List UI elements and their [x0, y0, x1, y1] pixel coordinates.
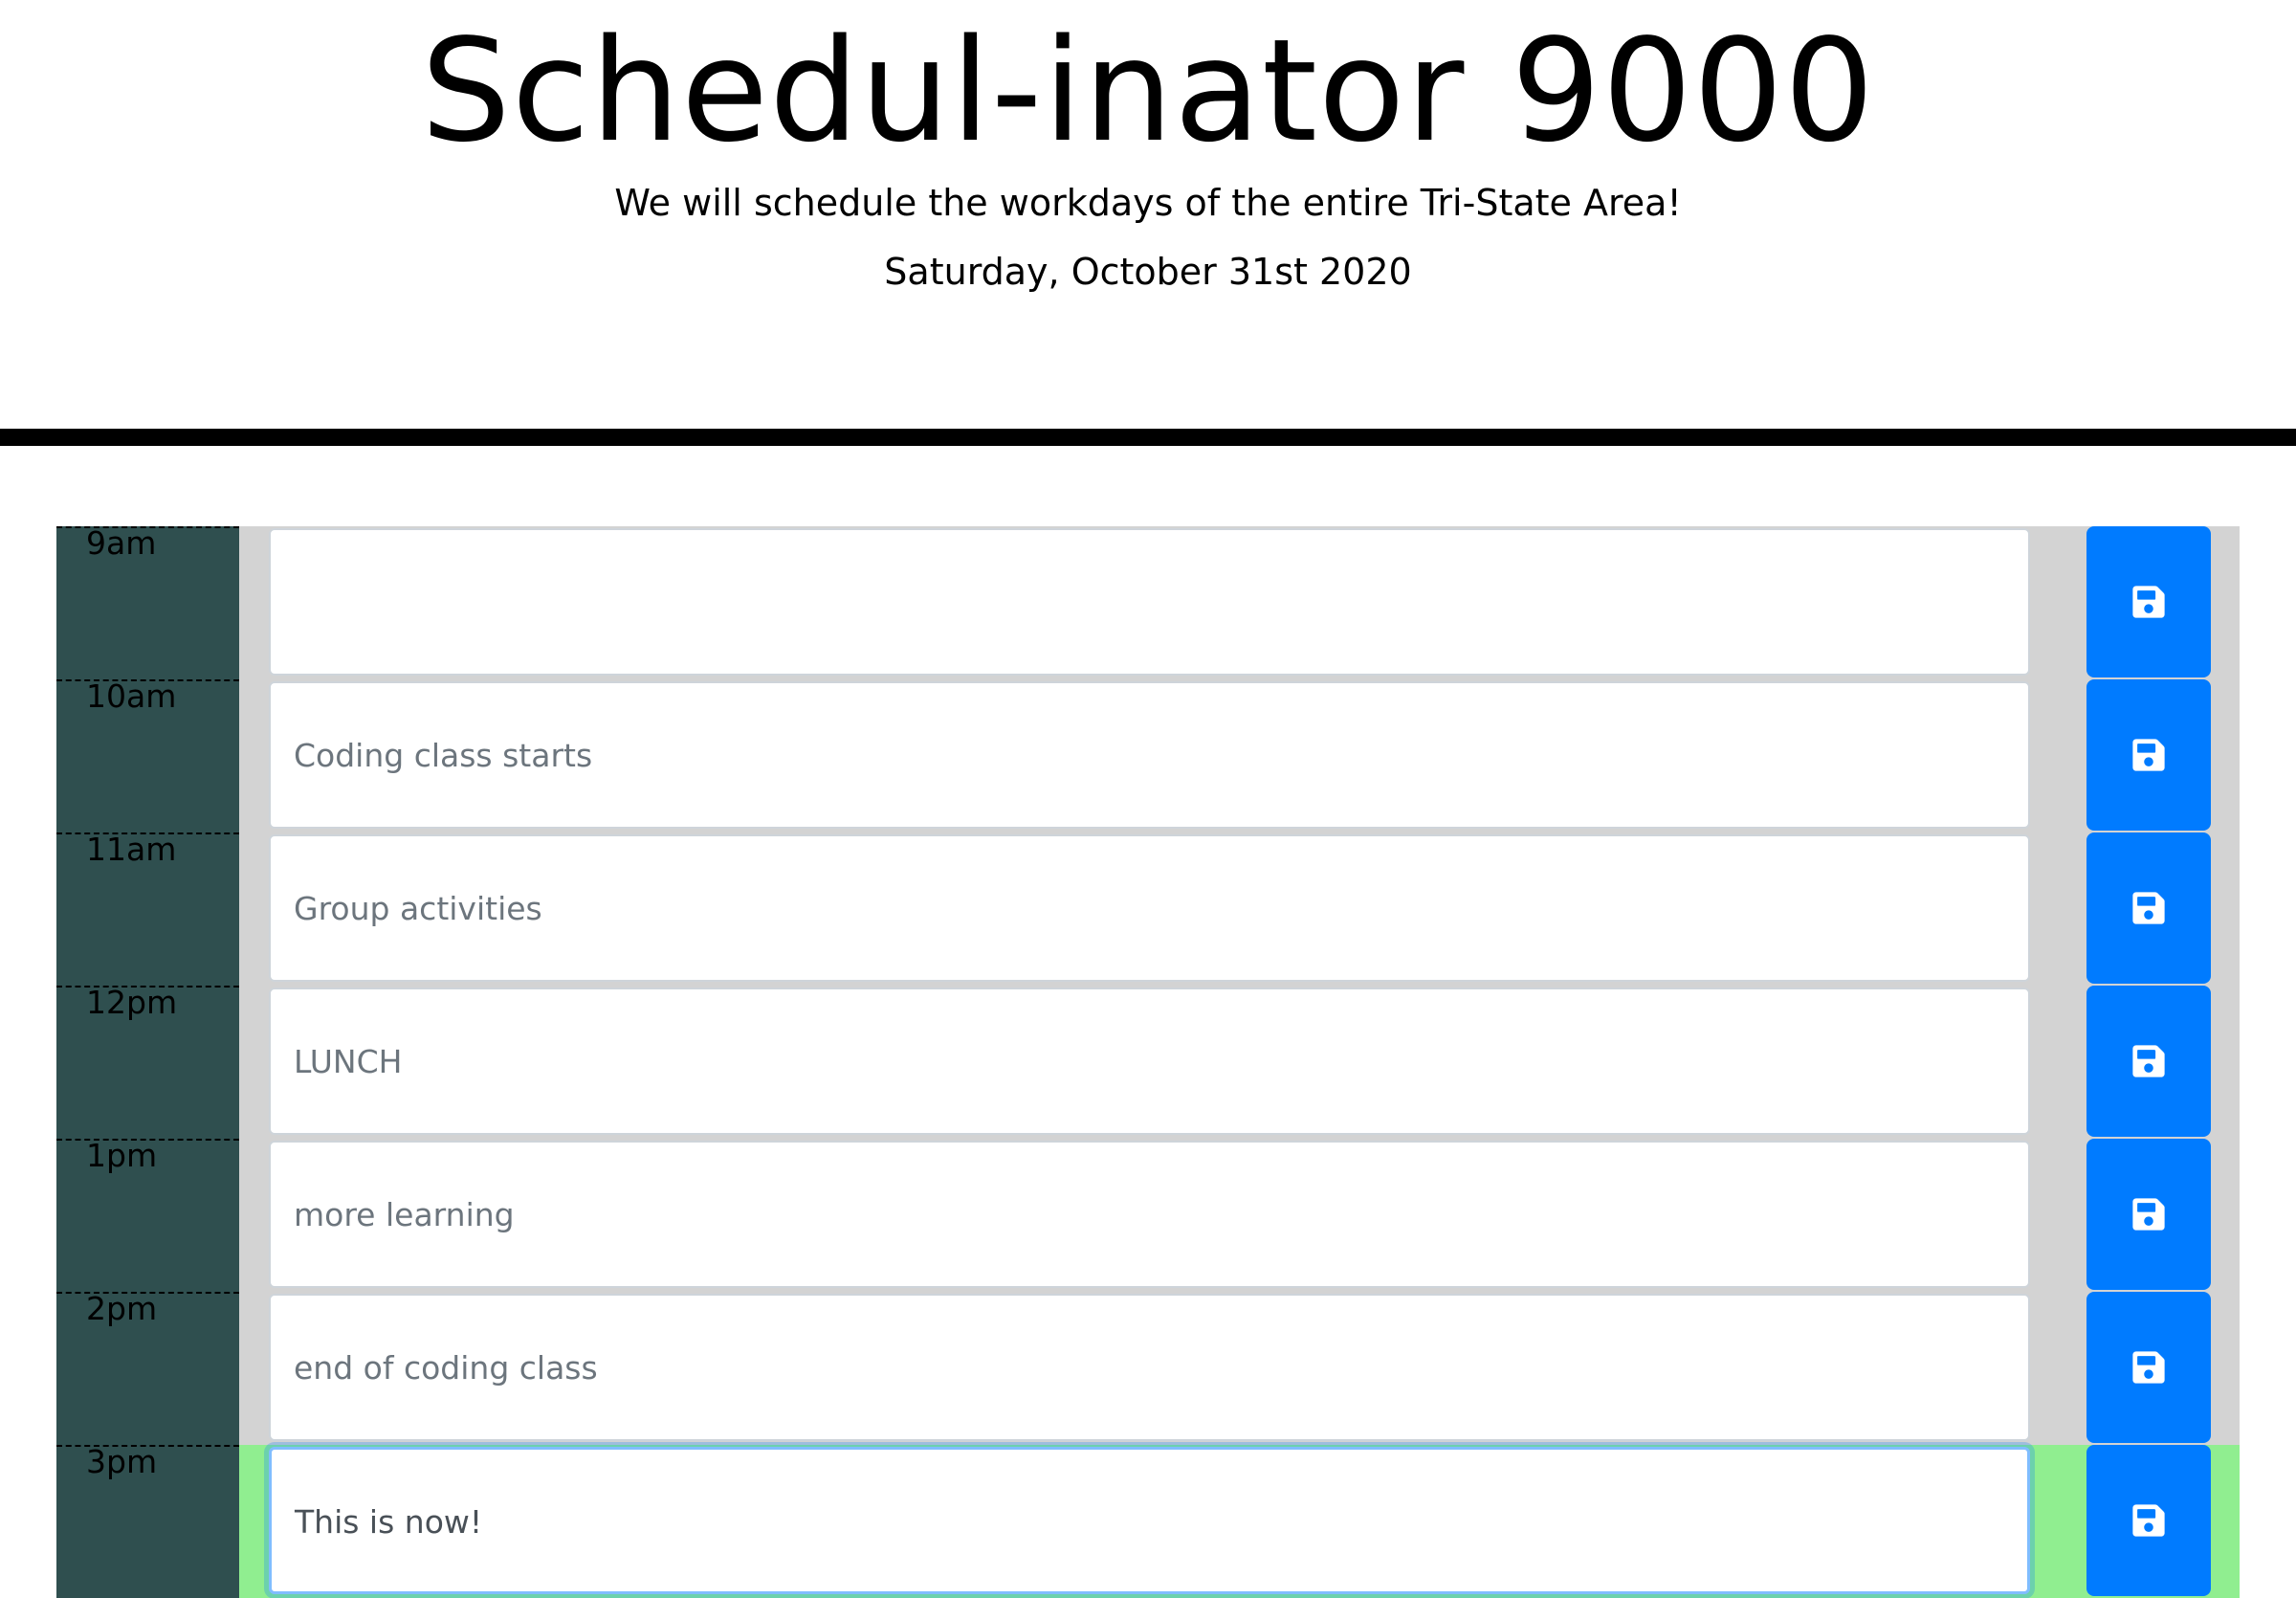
time-block-9am: 9am [56, 526, 2240, 679]
app-title: Schedul-inator 9000 [420, 9, 1876, 173]
hour-label: 2pm [56, 1292, 239, 1445]
hour-label: 1pm [56, 1139, 239, 1292]
save-button[interactable] [2086, 679, 2211, 831]
header-jumbotron: Schedul-inator 9000 We will schedule the… [0, 0, 2296, 446]
task-textarea[interactable] [269, 528, 2030, 676]
task-textarea[interactable]: Group activities [269, 834, 2030, 982]
floppy-disk-icon [2132, 1198, 2165, 1231]
save-button[interactable] [2086, 832, 2211, 984]
floppy-disk-icon [2132, 892, 2165, 924]
hour-label: 3pm [56, 1445, 239, 1598]
schedule-container: 9am 10am Coding class starts 11am Group … [56, 526, 2240, 1598]
floppy-disk-icon [2132, 1351, 2165, 1384]
task-textarea[interactable]: LUNCH [269, 988, 2030, 1135]
hour-label: 9am [56, 526, 239, 679]
hour-label: 11am [56, 832, 239, 986]
task-text: Group activities [294, 890, 542, 927]
time-block-10am: 10am Coding class starts [56, 679, 2240, 832]
task-textarea[interactable]: more learning [269, 1141, 2030, 1288]
hour-label: 12pm [56, 986, 239, 1139]
save-button[interactable] [2086, 986, 2211, 1137]
task-text: This is now! [295, 1503, 483, 1541]
save-button[interactable] [2086, 1139, 2211, 1290]
save-button[interactable] [2086, 526, 2211, 677]
task-textarea[interactable]: end of coding class [269, 1294, 2030, 1441]
floppy-disk-icon [2132, 1045, 2165, 1077]
task-text: end of coding class [294, 1349, 598, 1387]
save-button[interactable] [2086, 1292, 2211, 1443]
time-block-1pm: 1pm more learning [56, 1139, 2240, 1292]
task-text: more learning [294, 1196, 515, 1233]
time-block-2pm: 2pm end of coding class [56, 1292, 2240, 1445]
task-textarea[interactable]: Coding class starts [269, 681, 2030, 829]
save-button[interactable] [2086, 1445, 2211, 1596]
hour-label: 10am [56, 679, 239, 832]
time-block-11am: 11am Group activities [56, 832, 2240, 986]
floppy-disk-icon [2132, 739, 2165, 771]
floppy-disk-icon [2132, 586, 2165, 618]
task-text: LUNCH [294, 1043, 403, 1080]
task-text: Coding class starts [294, 737, 593, 774]
task-textarea[interactable]: This is now! [269, 1447, 2030, 1594]
tagline: We will schedule the workdays of the ent… [614, 182, 1682, 224]
floppy-disk-icon [2132, 1504, 2165, 1537]
time-block-3pm: 3pm This is now! [56, 1445, 2240, 1598]
time-block-12pm: 12pm LUNCH [56, 986, 2240, 1139]
current-date: Saturday, October 31st 2020 [884, 251, 1412, 293]
